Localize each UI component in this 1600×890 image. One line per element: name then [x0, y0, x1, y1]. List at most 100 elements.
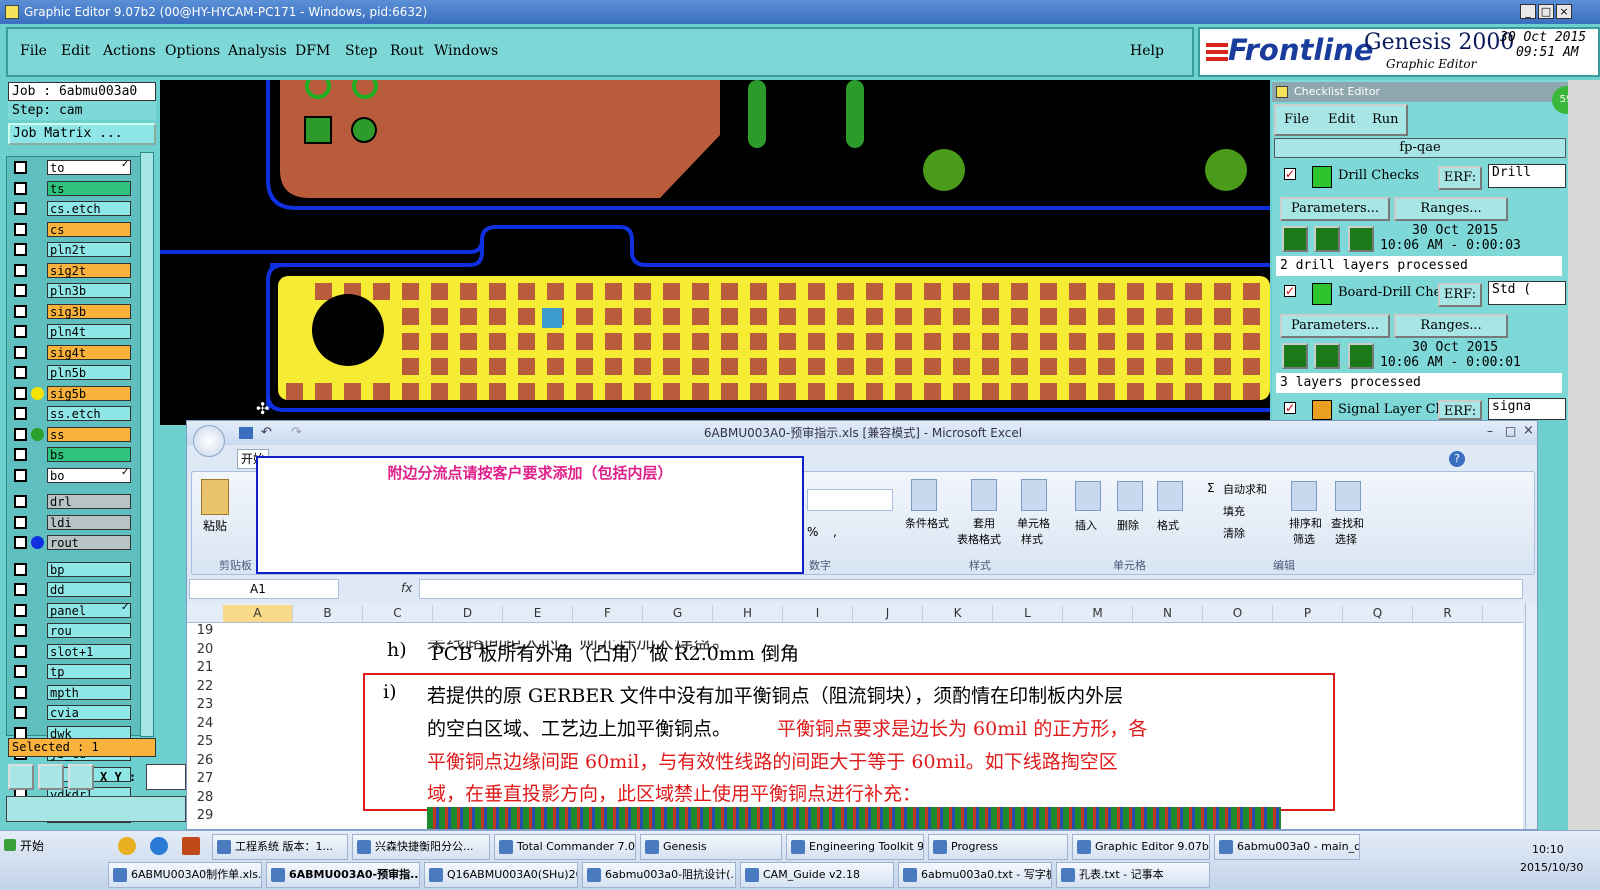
layer-checkbox[interactable] [14, 284, 27, 297]
menu-help[interactable]: Help [1130, 43, 1164, 59]
checklist-menu-run[interactable]: Run [1372, 112, 1399, 127]
layer-row[interactable]: rou [9, 622, 133, 639]
comma-icon[interactable]: , [833, 525, 837, 539]
layer-name[interactable]: sig4t [47, 344, 131, 360]
layer-checkbox[interactable] [14, 407, 27, 420]
layer-checkbox[interactable] [14, 603, 27, 617]
layer-checkbox[interactable] [14, 644, 27, 658]
sort-label-1[interactable]: 排序和 [1289, 515, 1322, 531]
layer-row[interactable]: rout [9, 534, 133, 551]
check-enable-checkbox[interactable]: ✓ [1284, 168, 1296, 180]
row-header[interactable]: 23 [189, 697, 221, 712]
layer-name[interactable]: ss.etch [47, 406, 131, 421]
clear-label[interactable]: 清除 [1223, 525, 1245, 541]
row-header[interactable]: 25 [189, 734, 221, 749]
column-header[interactable]: K [923, 605, 993, 622]
run-icon[interactable] [1282, 343, 1308, 369]
layer-name[interactable]: ss [47, 426, 131, 442]
taskbar-button[interactable]: 6ABMU003A0-预审指... [266, 862, 420, 888]
vertical-scrollbar[interactable] [1525, 603, 1537, 829]
grid-tool-icon[interactable] [68, 764, 94, 790]
pcb-canvas[interactable]: ✣ [160, 80, 1270, 425]
layer-checkbox[interactable] [14, 515, 27, 529]
find-select-icon[interactable] [1335, 481, 1361, 511]
layer-row[interactable]: cvia [9, 704, 133, 721]
layer-checkbox[interactable] [14, 202, 27, 215]
find-label-2[interactable]: 选择 [1335, 531, 1357, 547]
column-header[interactable]: E [503, 605, 573, 622]
layer-name[interactable]: cvia [47, 705, 131, 720]
table-format-label-2[interactable]: 表格格式 [957, 531, 1001, 547]
layer-checkbox[interactable] [14, 495, 27, 508]
layer-checkbox[interactable] [14, 345, 27, 359]
row-header[interactable]: 26 [189, 753, 221, 768]
close-button[interactable]: × [1556, 4, 1572, 19]
quick-launch-icon[interactable] [182, 837, 200, 855]
conditional-format-icon[interactable] [911, 479, 937, 511]
fill-label[interactable]: 填充 [1223, 503, 1245, 519]
layer-checkbox[interactable] [14, 181, 27, 195]
taskbar-button[interactable]: 6abmu003a0.txt - 写字板 [898, 862, 1052, 888]
cond-format-label[interactable]: 条件格式 [905, 515, 949, 531]
column-header[interactable]: H [713, 605, 783, 622]
layer-row[interactable]: ts [9, 180, 133, 197]
column-header[interactable]: Q [1343, 605, 1413, 622]
layer-name[interactable]: rou [47, 623, 131, 638]
layer-checkbox[interactable] [14, 366, 27, 379]
layer-checkbox[interactable] [14, 536, 27, 549]
row-header[interactable]: 24 [189, 716, 221, 731]
column-header[interactable]: I [783, 605, 853, 622]
parameters-button[interactable]: Parameters... [1280, 197, 1390, 221]
column-header[interactable]: B [293, 605, 363, 622]
undo-icon[interactable]: ↶ [261, 425, 272, 440]
column-header[interactable]: A [223, 605, 293, 622]
layer-row[interactable]: sig5b [9, 385, 133, 402]
column-header[interactable]: R [1413, 605, 1483, 622]
taskbar-button[interactable]: 6abmu003a0-阻抗设计(... [582, 862, 736, 888]
check-enable-checkbox[interactable]: ✓ [1284, 402, 1296, 414]
layer-checkbox[interactable] [14, 624, 27, 637]
column-header[interactable]: G [643, 605, 713, 622]
layer-name[interactable]: sig3b [47, 303, 131, 319]
column-header[interactable]: J [853, 605, 923, 622]
row-header[interactable]: 19 [189, 623, 221, 638]
layer-name[interactable]: ts [47, 180, 131, 196]
erf-value[interactable]: signa [1488, 398, 1566, 420]
insert-cells-icon[interactable] [1075, 481, 1101, 511]
layer-row[interactable]: ss [9, 426, 133, 443]
menu-analysis[interactable]: Analysis [228, 43, 287, 59]
layer-checkbox[interactable] [14, 222, 27, 236]
taskbar-button[interactable]: Total Commander 7.0 ... [494, 834, 636, 860]
menu-actions[interactable]: Actions [103, 43, 156, 59]
autosum-icon[interactable]: Σ [1207, 481, 1215, 495]
row-header[interactable]: 22 [189, 679, 221, 694]
row-header[interactable]: 28 [189, 790, 221, 805]
layer-row[interactable]: sig3b [9, 303, 133, 320]
layer-name[interactable]: pln4t [47, 324, 131, 339]
check-label[interactable]: Drill Checks [1338, 168, 1419, 183]
format-label[interactable]: 格式 [1157, 517, 1179, 533]
layer-row[interactable]: sig4t [9, 344, 133, 361]
ie-icon[interactable] [150, 837, 168, 855]
layer-row[interactable]: cs [9, 221, 133, 238]
run-icon[interactable] [1348, 226, 1374, 252]
menu-dfm[interactable]: DFM [295, 43, 330, 59]
layer-row[interactable]: mpth [9, 684, 133, 701]
taskbar-button[interactable]: Genesis [640, 834, 782, 860]
taskbar-button[interactable]: 兴森快捷衡阳分公... [352, 834, 490, 860]
layer-checkbox[interactable] [14, 263, 27, 277]
delete-label[interactable]: 删除 [1117, 517, 1139, 533]
layer-row[interactable]: to ✓ [9, 159, 133, 176]
percent-icon[interactable]: % [807, 525, 818, 539]
layer-checkbox[interactable] [14, 427, 27, 441]
layer-checkbox[interactable] [14, 448, 27, 461]
layer-name[interactable]: dd [47, 582, 131, 597]
excel-minimize-button[interactable]: – [1487, 424, 1493, 438]
taskbar-button[interactable]: Q16ABMU003A0(SHu)20... [424, 862, 578, 888]
layer-name[interactable]: pln2t [47, 242, 131, 257]
layer-checkbox[interactable] [14, 562, 27, 576]
layer-name[interactable]: bo [47, 467, 131, 483]
layer-checkbox[interactable] [14, 386, 27, 400]
menu-windows[interactable]: Windows [434, 43, 498, 59]
formula-input[interactable] [419, 579, 1523, 599]
